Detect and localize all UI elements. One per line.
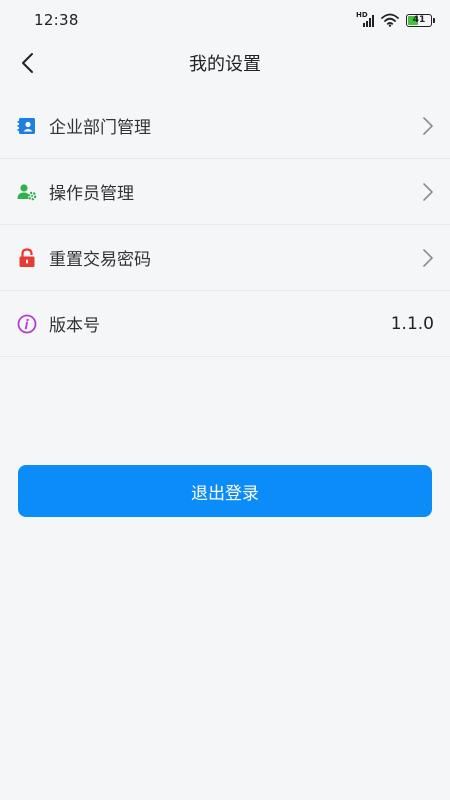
user-gear-icon [17,182,37,202]
signal-icon: HD [356,11,374,27]
menu-item-operator-management[interactable]: 操作员管理 [0,159,450,225]
chevron-left-icon [22,53,33,73]
menu-item-label: 版本号 [49,316,100,336]
chevron-right-icon [423,182,433,201]
settings-menu: 企业部门管理 操作员管理 重置交易密码 版本号 1.1.0 [0,93,450,357]
menu-item-reset-trade-password[interactable]: 重置交易密码 [0,225,450,291]
menu-item-enterprise-departments[interactable]: 企业部门管理 [0,93,450,159]
battery-icon: 41 [406,13,435,27]
lock-icon [17,247,37,268]
info-icon [17,314,37,334]
status-icons: HD 41 [356,11,435,27]
menu-item-version: 版本号 1.1.0 [0,291,450,357]
menu-item-label: 操作员管理 [49,184,134,204]
wifi-icon [381,13,399,27]
status-bar: 12:38 HD 41 [0,0,450,40]
battery-level: 41 [412,15,426,25]
nav-bar: 我的设置 [0,40,450,86]
logout-button[interactable]: 退出登录 [18,465,432,517]
menu-item-label: 重置交易密码 [49,250,151,270]
contact-book-icon [17,116,37,136]
logout-container: 退出登录 [0,465,450,517]
status-time: 12:38 [34,11,79,29]
version-value: 1.1.0 [390,313,434,334]
menu-item-label: 企业部门管理 [49,118,151,138]
chevron-right-icon [423,116,433,135]
back-button[interactable] [12,46,42,80]
page-title: 我的设置 [189,54,261,75]
chevron-right-icon [423,248,433,267]
